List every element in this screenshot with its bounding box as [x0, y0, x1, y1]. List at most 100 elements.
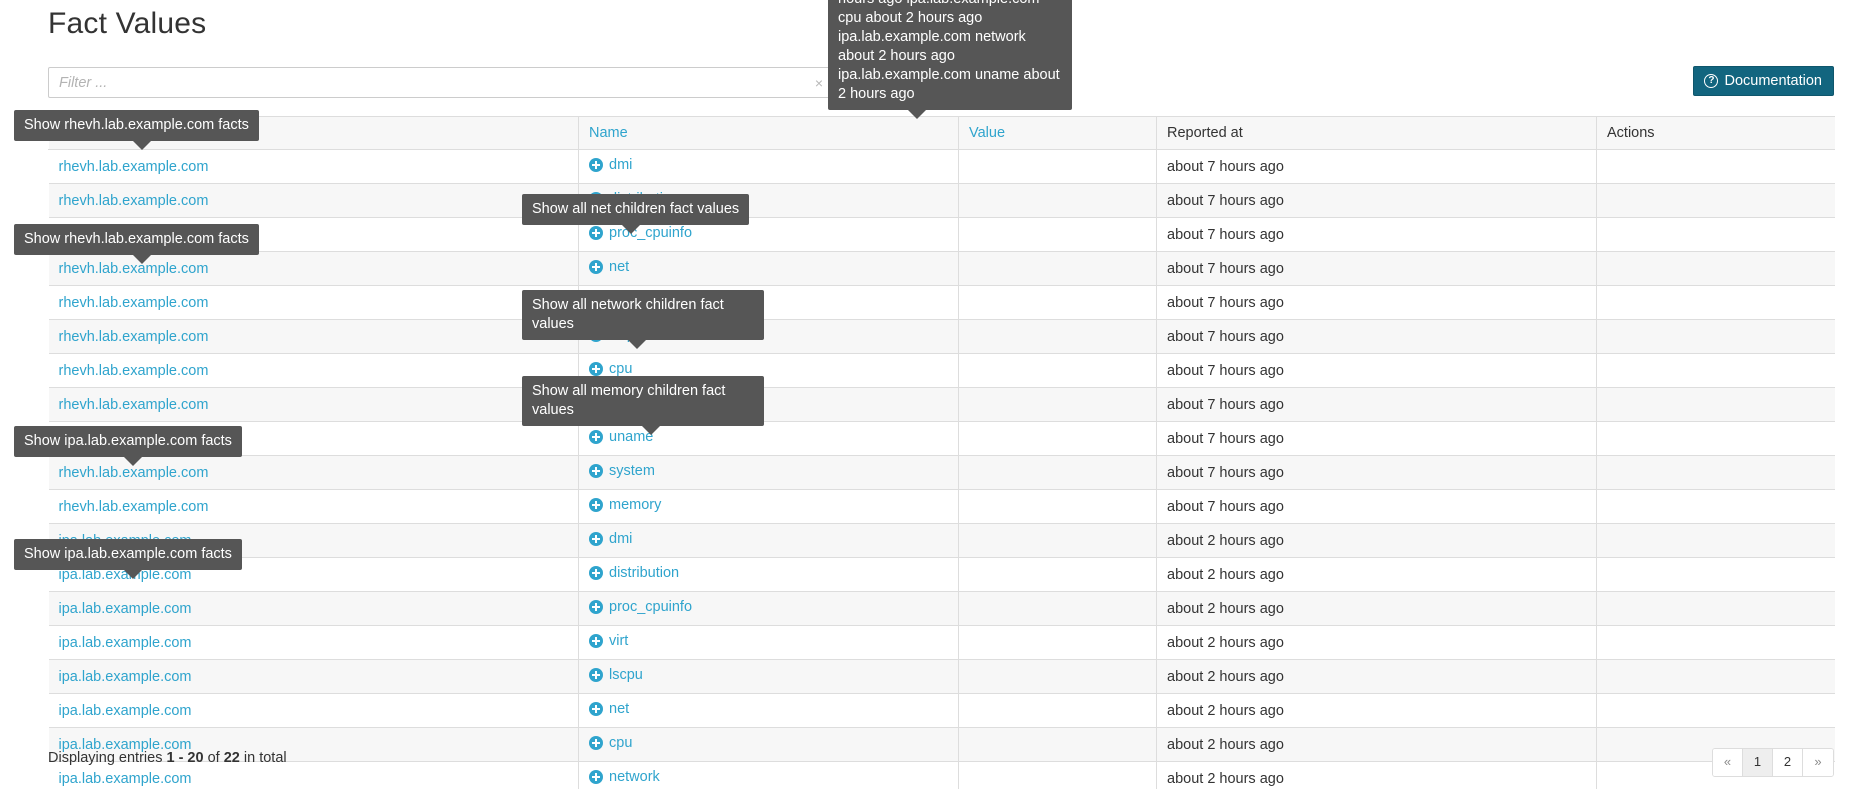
host-link[interactable]: rhevh.lab.example.com	[59, 465, 209, 481]
cell-reported-at: about 2 hours ago	[1156, 761, 1597, 789]
cell-reported-at: about 7 hours ago	[1156, 217, 1597, 252]
fact-name-link[interactable]: cpu	[589, 735, 632, 751]
cell-reported-at: about 7 hours ago	[1156, 353, 1597, 388]
cell-actions	[1596, 149, 1835, 184]
tooltip-rhevh-host-1: Show rhevh.lab.example.com facts	[14, 110, 259, 150]
cell-name: uname	[578, 421, 959, 456]
fact-name-link[interactable]: dmi	[589, 157, 632, 173]
cell-value	[958, 251, 1157, 286]
column-header-name[interactable]: Name	[578, 116, 959, 150]
cell-name: lscpu	[578, 659, 959, 694]
host-link[interactable]: ipa.lab.example.com	[59, 601, 192, 617]
host-link[interactable]: ipa.lab.example.com	[59, 635, 192, 651]
tooltip-text: Show all net children fact values	[532, 201, 740, 217]
cell-value	[958, 557, 1157, 592]
expand-plus-icon	[589, 430, 603, 444]
fact-name-link[interactable]: memory	[589, 497, 661, 513]
pagination: « 1 2 »	[1712, 748, 1834, 777]
cell-name: proc_cpuinfo	[578, 591, 959, 626]
tooltip-network-children: Show all network children fact values	[522, 290, 764, 349]
cell-value	[958, 727, 1157, 762]
host-link[interactable]: rhevh.lab.example.com	[59, 193, 209, 209]
cell-host: rhevh.lab.example.com	[48, 251, 579, 286]
fact-name-link[interactable]: cpu	[589, 361, 632, 377]
fact-name-link[interactable]: distribution	[589, 565, 679, 581]
host-link[interactable]: ipa.lab.example.com	[59, 703, 192, 719]
cell-actions	[1596, 285, 1835, 320]
cell-actions	[1596, 489, 1835, 524]
fact-name-label: network	[609, 769, 660, 785]
entries-middle: of	[203, 750, 224, 766]
fact-name-label: cpu	[609, 361, 633, 377]
fact-name-link[interactable]: network	[589, 769, 660, 785]
cell-reported-at: about 7 hours ago	[1156, 149, 1597, 184]
fact-name-label: virt	[609, 633, 629, 649]
expand-plus-icon	[589, 158, 603, 172]
host-link[interactable]: rhevh.lab.example.com	[59, 397, 209, 413]
fact-name-link[interactable]: proc_cpuinfo	[589, 225, 692, 241]
cell-value	[958, 523, 1157, 558]
host-link[interactable]: rhevh.lab.example.com	[59, 363, 209, 379]
fact-name-link[interactable]: net	[589, 701, 629, 717]
tooltip-text: Show rhevh.lab.example.com facts	[24, 231, 249, 247]
filter-clear-button[interactable]: ×	[815, 76, 823, 90]
cell-actions	[1596, 693, 1835, 728]
fact-name-link[interactable]: proc_cpuinfo	[589, 599, 692, 615]
cell-value	[958, 693, 1157, 728]
host-link[interactable]: rhevh.lab.example.com	[59, 499, 209, 515]
fact-name-label: memory	[609, 497, 662, 513]
documentation-button-label: Documentation	[1724, 73, 1822, 89]
cell-host: rhevh.lab.example.com	[48, 149, 579, 184]
fact-name-link[interactable]: system	[589, 463, 655, 479]
cell-actions	[1596, 387, 1835, 422]
host-link[interactable]: rhevh.lab.example.com	[59, 295, 209, 311]
pagination-page-2[interactable]: 2	[1773, 749, 1803, 776]
table-row: ipa.lab.example.com proc_cpuinfo about 2 h…	[48, 591, 1835, 626]
filter-input[interactable]	[48, 67, 832, 98]
column-header-actions: Actions	[1596, 116, 1835, 150]
expand-plus-icon	[589, 736, 603, 750]
host-link[interactable]: ipa.lab.example.com	[59, 669, 192, 685]
fact-name-label: net	[609, 259, 630, 275]
fact-name-link[interactable]: net	[589, 259, 629, 275]
pagination-page-1[interactable]: 1	[1743, 749, 1773, 776]
host-link[interactable]: rhevh.lab.example.com	[59, 159, 209, 175]
cell-reported-at: about 7 hours ago	[1156, 421, 1597, 456]
cell-name: net	[578, 693, 959, 728]
cell-name: dmi	[578, 523, 959, 558]
column-header-value[interactable]: Value	[958, 116, 1157, 150]
cell-value	[958, 421, 1157, 456]
tooltip-reported-at-overflow: hours ago ipa.lab.example.com cpu about …	[828, 0, 1072, 119]
page-title: Fact Values	[48, 7, 207, 40]
cell-actions	[1596, 557, 1835, 592]
cell-reported-at: about 7 hours ago	[1156, 285, 1597, 320]
tooltip-arrow-icon	[622, 225, 640, 234]
entries-summary: Displaying entries 1 - 20 of 22 in total	[48, 750, 287, 766]
table-row: ipa.lab.example.com distribution about 2 h…	[48, 557, 1835, 592]
table-row: ipa.lab.example.com virt about 2 hours ago	[48, 625, 1835, 660]
pagination-first-button[interactable]: «	[1713, 749, 1743, 776]
tooltip-text: Show ipa.lab.example.com facts	[24, 546, 232, 562]
fact-name-label: net	[609, 701, 630, 717]
table-head: Host Name Value Reported at Actions	[48, 116, 1835, 150]
cell-actions	[1596, 523, 1835, 558]
fact-name-link[interactable]: dmi	[589, 531, 632, 547]
host-link[interactable]: rhevh.lab.example.com	[59, 329, 209, 345]
cell-actions	[1596, 625, 1835, 660]
cell-name: distribution	[578, 557, 959, 592]
cell-value	[958, 183, 1157, 218]
pagination-last-button[interactable]: »	[1803, 749, 1833, 776]
fact-name-link[interactable]: lscpu	[589, 667, 643, 683]
tooltip-text: hours ago ipa.lab.example.com cpu about …	[838, 0, 1060, 102]
fact-name-link[interactable]: virt	[589, 633, 628, 649]
cell-name: system	[578, 455, 959, 490]
cell-name: cpu	[578, 727, 959, 762]
documentation-button[interactable]: ? Documentation	[1693, 66, 1834, 96]
fact-name-label: dmi	[609, 531, 633, 547]
cell-actions	[1596, 319, 1835, 354]
cell-reported-at: about 2 hours ago	[1156, 727, 1597, 762]
cell-reported-at: about 7 hours ago	[1156, 183, 1597, 218]
fact-values-table-wrapper: Host Name Value Reported at Actions rhev…	[48, 116, 1835, 789]
host-link[interactable]: ipa.lab.example.com	[59, 771, 192, 787]
cell-host: rhevh.lab.example.com	[48, 387, 579, 422]
